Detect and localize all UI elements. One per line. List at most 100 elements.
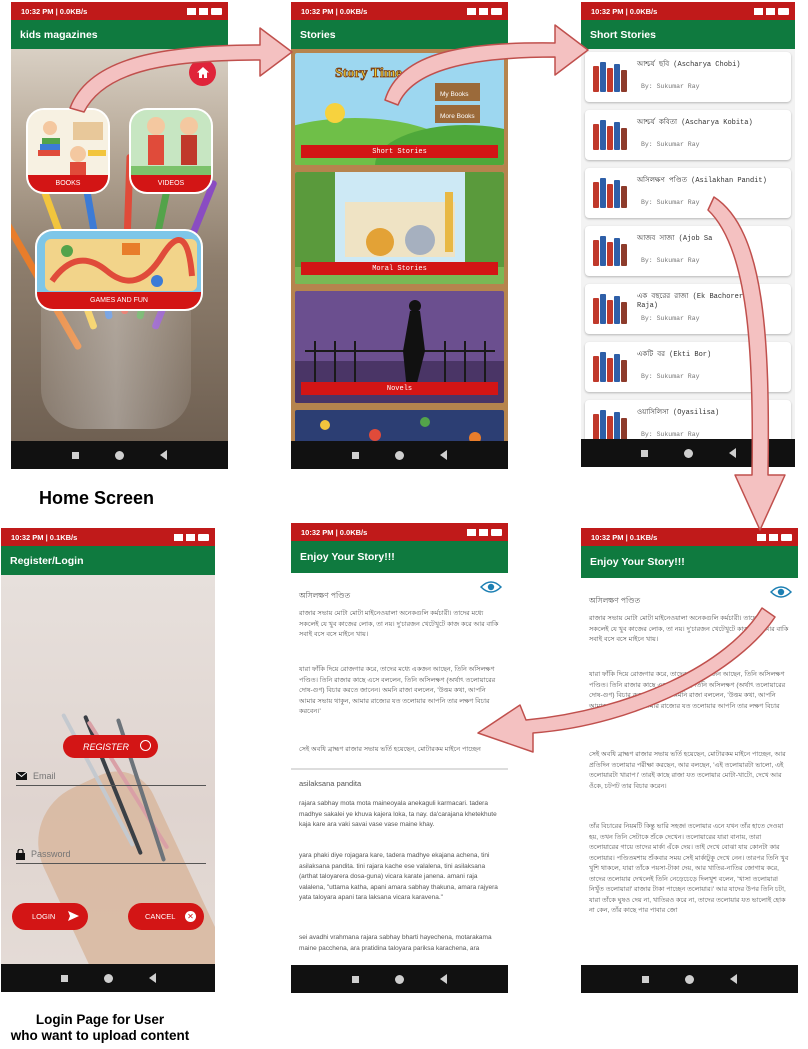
status-time: 10:32 PM | 0.1KB/s [591, 532, 658, 542]
phone-story-transliteration: 10:32 PM | 0.0KB/s Enjoy Your Story!!! অ… [291, 523, 508, 993]
status-time: 10:32 PM | 0.0KB/s [591, 6, 658, 16]
story-author: By: Sukumar Ray [641, 315, 700, 322]
recent-apps-icon[interactable] [72, 451, 79, 459]
app-title: Enjoy Your Story!!! [300, 551, 395, 563]
story-card-moral[interactable]: Moral Stories [295, 172, 504, 284]
games-tile[interactable]: GAMES AND FUN [35, 229, 203, 311]
nav-bar [11, 441, 228, 469]
story-author: By: Sukumar Ray [641, 431, 700, 438]
story-paragraph: যারা ফাঁকি দিয়ে রোজগার করে, তাদের মধ্যে… [589, 671, 786, 720]
status-bar: 10:32 PM | 0.0KB/s [11, 2, 228, 20]
story-list-item[interactable]: একটি বর (Ekti Bor) By: Sukumar Ray [585, 342, 791, 392]
story-card-novels[interactable]: Novels [295, 291, 504, 403]
translit-title: asilaksana pandita [299, 779, 362, 788]
story-card-short[interactable]: Story Time My Books More Books Short Sto… [295, 53, 504, 165]
app-bar: Enjoy Your Story!!! [291, 541, 508, 573]
eye-icon[interactable] [770, 585, 792, 599]
books-icon [593, 120, 627, 150]
more-books-sign: More Books [440, 113, 475, 120]
books-icon [593, 178, 627, 208]
books-icon [593, 294, 627, 324]
home-icon-button[interactable] [189, 59, 216, 86]
story-title: অসিলক্ষণ পণ্ডিত [299, 591, 351, 600]
phone-home-screen: 10:32 PM | 0.0KB/s kids magazines BOOKS [11, 2, 228, 469]
cancel-label: CANCEL [145, 912, 176, 921]
recent-apps-icon[interactable] [640, 449, 648, 457]
home-nav-icon[interactable] [683, 448, 693, 458]
story-title: আজব সাজা (Ajob Sa [637, 235, 713, 243]
login-label: LOGIN [32, 912, 56, 921]
cancel-icon: ✕ [185, 911, 196, 922]
story-list-item[interactable]: ওয়াসিলিসা (Oyasilisa) By: Sukumar Ray [585, 400, 791, 439]
story-list-item[interactable]: এক বছরের রাজা (Ek Bachorer Raja) By: Suk… [585, 284, 791, 334]
app-title: Stories [300, 28, 336, 41]
back-icon[interactable] [728, 448, 736, 458]
story-list-item[interactable]: আশ্চর্য কবিতা (Ascharya Kobita) By: Suku… [585, 110, 791, 160]
status-icons [174, 533, 209, 541]
status-bar: 10:32 PM | 0.0KB/s [291, 523, 508, 541]
back-icon[interactable] [440, 450, 447, 460]
status-icons [754, 7, 789, 15]
nav-bar [1, 964, 215, 992]
story-time-banner: Story Time [335, 66, 402, 81]
story-reader: অসিলক্ষণ পণ্ডিত রাজার সভায় মোটা মোটা মা… [581, 578, 798, 965]
moral-stories-label: Moral Stories [301, 262, 498, 275]
videos-tile[interactable]: VIDEOS [129, 108, 213, 194]
story-list-item[interactable]: আজব সাজা (Ajob Sa By: Sukumar Ray [585, 226, 791, 276]
cancel-button[interactable]: CANCEL ✕ [128, 903, 204, 930]
status-icons [757, 533, 792, 541]
lock-icon [16, 848, 25, 860]
books-illustration [28, 110, 108, 180]
stories-list: Story Time My Books More Books Short Sto… [291, 49, 508, 450]
recent-apps-icon[interactable] [60, 974, 68, 982]
story-title: আশ্চর্য ছবি (Ascharya Chobi) [637, 61, 741, 69]
back-icon[interactable] [160, 450, 167, 460]
recent-apps-icon[interactable] [352, 975, 359, 983]
story-author: By: Sukumar Ray [641, 83, 700, 90]
send-icon [68, 911, 79, 921]
status-time: 10:32 PM | 0.1KB/s [11, 532, 78, 542]
login-button[interactable]: LOGIN [12, 903, 88, 930]
app-bar: Enjoy Your Story!!! [581, 546, 798, 578]
nav-bar [291, 441, 508, 469]
password-input[interactable] [31, 849, 181, 859]
recent-apps-icon[interactable] [352, 451, 359, 459]
games-illustration [37, 231, 201, 297]
story-reader: অসিলক্ষণ পণ্ডিত রাজার সভায় মোটা মোটা মা… [291, 573, 508, 965]
books-icon [593, 62, 627, 92]
home-nav-icon[interactable] [395, 450, 404, 460]
games-tile-label: GAMES AND FUN [37, 292, 201, 309]
story-list-item[interactable]: আশ্চর্য ছবি (Ascharya Chobi) By: Sukumar… [585, 52, 791, 102]
email-field [16, 767, 206, 786]
status-icons [467, 7, 502, 15]
back-icon[interactable] [730, 974, 737, 984]
videos-tile-label: VIDEOS [131, 175, 211, 192]
back-icon[interactable] [440, 974, 447, 984]
home-nav-icon[interactable] [685, 974, 694, 984]
email-input[interactable] [33, 771, 183, 781]
smile-icon [140, 740, 151, 751]
app-title: Enjoy Your Story!!! [590, 556, 685, 568]
back-icon[interactable] [148, 973, 156, 983]
status-time: 10:32 PM | 0.0KB/s [301, 6, 368, 16]
home-nav-icon[interactable] [103, 973, 113, 983]
home-icon [196, 67, 209, 78]
phone-login-screen: 10:32 PM | 0.1KB/s Register/Login REGIST… [1, 528, 215, 992]
nav-bar [581, 965, 798, 993]
books-tile[interactable]: BOOKS [26, 108, 110, 194]
home-nav-icon[interactable] [395, 974, 404, 984]
story-title: এক বছরের রাজা (Ek Bachorer Raja) [637, 293, 744, 310]
register-label: REGISTER [83, 741, 130, 752]
home-screen-caption: Home Screen [38, 488, 155, 508]
home-nav-icon[interactable] [115, 450, 124, 460]
register-button[interactable]: REGISTER [63, 735, 158, 758]
status-bar: 10:32 PM | 0.0KB/s [291, 2, 508, 20]
story-author: By: Sukumar Ray [641, 373, 700, 380]
recent-apps-icon[interactable] [642, 975, 649, 983]
story-list-item[interactable]: অসিলক্ষণ পণ্ডিত (Asilakhan Pandit) By: S… [585, 168, 791, 218]
eye-icon[interactable] [480, 580, 502, 594]
story-title: অসিলক্ষণ পণ্ডিত (Asilakhan Pandit) [637, 177, 767, 185]
login-caption-line2: who want to upload content [10, 1028, 190, 1043]
story-title: একটি বর (Ekti Bor) [637, 351, 712, 359]
story-paragraph: সেই অবধি ব্রাহ্মণ রাজার সভায় ভর্তি হয়ে… [589, 751, 786, 790]
